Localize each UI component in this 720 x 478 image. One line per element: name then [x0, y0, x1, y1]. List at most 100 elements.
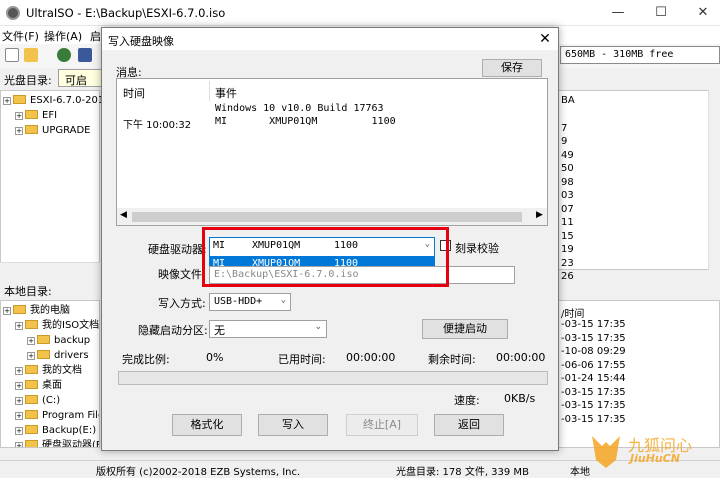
ultraiso-app-icon	[6, 6, 20, 20]
menu-action[interactable]: 操作(A)	[44, 28, 82, 44]
expander-icon[interactable]: +	[15, 382, 23, 390]
tree-item[interactable]: + 我的电脑	[3, 303, 97, 318]
back-button[interactable]: 返回	[434, 414, 504, 436]
tree-item[interactable]: + 我的文档	[3, 363, 97, 378]
tree-item[interactable]: + EFI	[3, 108, 97, 123]
stop-button[interactable]: 终止[A]	[346, 414, 418, 436]
tree-item[interactable]: + Program Files	[3, 408, 99, 423]
expander-icon[interactable]: +	[15, 112, 23, 120]
copyright-text: 版权所有 (c)2002-2018 EZB Systems, Inc.	[96, 467, 301, 478]
tree-item-label: Backup(E:)	[42, 425, 97, 436]
elapsed-value: 00:00:00	[346, 351, 396, 364]
tree-item[interactable]: + drivers	[3, 348, 97, 363]
folder-icon	[25, 110, 38, 119]
tree-item[interactable]: + (C:)	[3, 393, 97, 408]
open-folder-icon[interactable]	[24, 48, 38, 62]
write-method-select[interactable]: USB-HDD+ ⌄	[209, 293, 291, 311]
local-directory-label: 本地目录:	[4, 285, 52, 298]
expander-icon[interactable]: +	[15, 397, 23, 405]
menu-file[interactable]: 文件(F)	[2, 28, 39, 44]
scroll-left-icon[interactable]: ◀	[120, 210, 127, 220]
iso-tree-scrollbar[interactable]	[0, 262, 100, 276]
column-cell: 98	[561, 176, 574, 188]
progress-value: 0%	[206, 351, 224, 364]
local-file-list: /时间 -03-15 17:35 -03-15 17:35 -10-08 09:29 -…	[556, 300, 720, 448]
expander-icon[interactable]: +	[3, 97, 11, 105]
column-cell: -01-24 15:44	[561, 373, 626, 384]
verify-label: 刻录校验	[455, 242, 499, 255]
progress-label: 完成比例:	[122, 353, 170, 366]
log-scrollbar-thumb[interactable]	[132, 212, 522, 222]
expander-icon[interactable]: +	[15, 367, 23, 375]
column-header: /时间	[561, 309, 585, 320]
expander-icon[interactable]: +	[3, 307, 11, 315]
column-cell: -03-15 17:35	[561, 386, 626, 398]
log-event: MI XMUP01QM 1100	[215, 116, 396, 127]
cd-label-field[interactable]: 可启	[58, 69, 102, 87]
expander-icon[interactable]: +	[15, 442, 23, 447]
save-log-button[interactable]: 保存	[482, 59, 542, 77]
folder-icon	[25, 365, 38, 374]
tree-item-label: 我的电脑	[30, 305, 70, 316]
dialog-close-icon[interactable]: ✕	[536, 30, 554, 48]
folder-icon	[25, 395, 38, 404]
log-header-time: 时间	[123, 87, 145, 100]
folder-icon	[25, 380, 38, 389]
message-log: 时间 事件 Windows 10 v10.0 Build 17763 下午 10…	[116, 78, 548, 226]
tree-item[interactable]: + Backup(E:)	[3, 423, 97, 438]
image-file-label: 映像文件:	[158, 268, 206, 281]
progress-bar	[118, 371, 548, 385]
new-file-icon[interactable]	[5, 48, 19, 62]
column-cell: -06-06 17:55	[561, 359, 626, 371]
watermark-logo: 九狐问心 JiuHuCN	[590, 430, 720, 470]
folder-icon	[37, 335, 50, 344]
log-event: Windows 10 v10.0 Build 17763	[215, 103, 384, 114]
column-cell: 15	[561, 230, 574, 242]
save-icon[interactable]	[78, 48, 92, 62]
maximize-button[interactable]: ☐	[651, 4, 671, 22]
expander-icon[interactable]: +	[15, 412, 23, 420]
expander-icon[interactable]: +	[15, 127, 23, 135]
expander-icon[interactable]: +	[15, 322, 23, 330]
tree-item-label: drivers	[54, 350, 89, 361]
column-cell: -03-15 17:35	[561, 413, 626, 425]
tree-item[interactable]: + UPGRADE	[3, 123, 97, 138]
tree-item[interactable]: + 桌面	[3, 378, 97, 393]
extract-icon[interactable]	[57, 48, 71, 62]
hide-partition-select[interactable]: 无 ⌄	[209, 320, 327, 338]
folder-icon	[25, 125, 38, 134]
format-button[interactable]: 格式化	[172, 414, 242, 436]
tree-item[interactable]: + 硬盘驱动器(F:	[3, 438, 99, 447]
column-cell: -10-08 09:29	[561, 346, 626, 357]
iso-file-list: BA 7 9 49 50 98 03 07 11 15 19 23 26	[556, 90, 720, 282]
column-cell: -03-15 17:35	[561, 332, 626, 344]
tree-item-label: EFI	[42, 110, 58, 121]
expander-icon[interactable]: +	[15, 427, 23, 435]
cd-directory-label: 光盘目录:	[4, 74, 52, 87]
tree-item[interactable]: + 我的ISO文档	[3, 318, 100, 333]
column-cell: 26	[561, 271, 574, 282]
close-window-button[interactable]: ✕	[693, 4, 713, 22]
minimize-button[interactable]: —	[608, 4, 628, 22]
iso-file-list-scrollbar[interactable]	[708, 90, 720, 270]
quick-boot-button[interactable]: 便捷启动	[422, 319, 508, 339]
cd-info-text: 光盘目录: 178 文件, 339 MB	[396, 467, 529, 478]
expander-icon[interactable]: +	[27, 337, 35, 345]
local-info-text: 本地	[570, 467, 590, 478]
iso-tree: + ESXI-6.7.0-2019 + EFI + UPGRADE	[0, 90, 111, 270]
folder-icon	[13, 305, 26, 314]
tree-item-label: backup	[54, 335, 91, 346]
folder-icon	[13, 95, 26, 104]
expander-icon[interactable]: +	[27, 352, 35, 360]
tree-item-label: 我的ISO文档	[42, 320, 100, 331]
scroll-right-icon[interactable]: ▶	[536, 210, 543, 220]
write-button[interactable]: 写入	[258, 414, 328, 436]
tree-item[interactable]: + ESXI-6.7.0-2019	[3, 93, 111, 108]
column-cell: 9	[561, 136, 568, 147]
tree-item[interactable]: + backup	[3, 333, 97, 348]
tree-item-label: UPGRADE	[42, 125, 91, 136]
menu-boot[interactable]: 启	[90, 28, 101, 44]
tree-item-label: (C:)	[42, 395, 61, 406]
column-cell: 11	[561, 217, 574, 228]
speed-value: 0KB/s	[504, 392, 536, 405]
